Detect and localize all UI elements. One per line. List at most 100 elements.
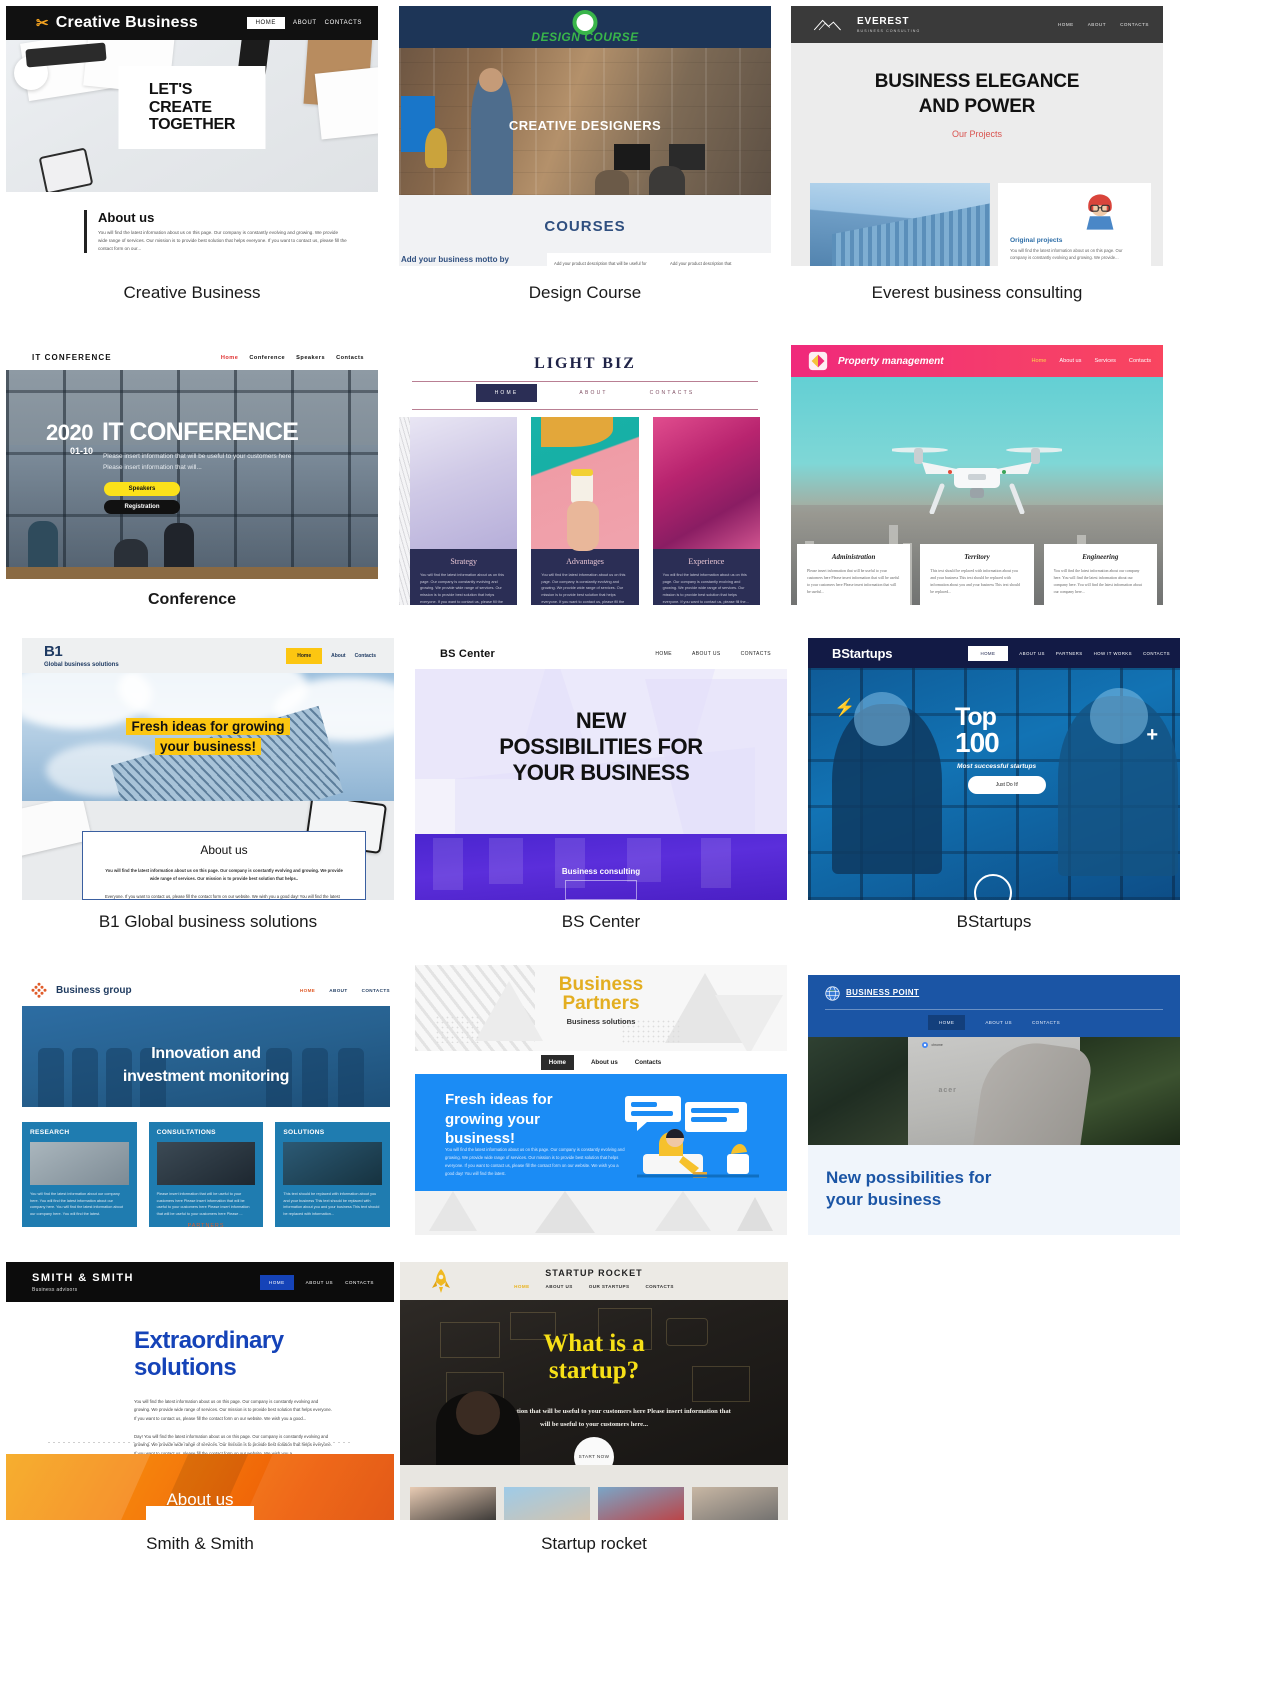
nav-contacts[interactable]: CONTACTS — [645, 1284, 673, 1289]
gallery-item-conference[interactable]: IT CONFERENCE Home Conference Speakers C… — [6, 345, 378, 608]
nav-contacts[interactable]: CONTACTS — [1032, 1020, 1060, 1025]
template-preview-everest[interactable]: EVEREST BUSINESS CONSULTING HOME ABOUT C… — [791, 6, 1163, 266]
template-preview-bs-center[interactable]: BS Center HOME ABOUT US CONTACTS NEW POSS… — [415, 638, 787, 900]
nav-about[interactable]: ABOUT — [1088, 22, 1106, 27]
gallery-item-smith-and-smith[interactable]: SMITH & SMITH Business advisors HOME ABO… — [6, 1262, 394, 1553]
nav-about[interactable]: ABOUT — [293, 20, 317, 26]
nav-speakers[interactable]: Speakers — [296, 355, 325, 361]
feature-column: Experience You will find the latest info… — [652, 417, 760, 605]
gallery-item-light-biz[interactable]: LIGHT BIZ HOME ABOUT CONTACTS Strategy Y… — [399, 345, 771, 605]
hero-title: Fresh ideas for growing your business! — [22, 717, 394, 758]
nav-about-us[interactable]: About us — [1059, 358, 1081, 364]
nav-about[interactable]: About — [331, 653, 345, 659]
site-nav[interactable]: Home About us Services Contacts — [1031, 358, 1151, 364]
template-preview-smith-and-smith[interactable]: SMITH & SMITH Business advisors HOME ABO… — [6, 1262, 394, 1520]
card-title: Administration — [831, 552, 876, 561]
nav-about-us[interactable]: ABOUT US — [1019, 651, 1045, 656]
nav-home[interactable]: Home — [221, 355, 239, 361]
gallery-item-startup-rocket[interactable]: STARTUP ROCKET HOME ABOUT US OUR STARTUP… — [400, 1262, 788, 1553]
hero-floor: Business consulting — [415, 834, 787, 900]
nav-contacts[interactable]: CONTACTS — [1143, 651, 1170, 656]
nav-how-it-works[interactable]: HOW IT WORKS — [1094, 651, 1132, 656]
cta-button[interactable]: Just Do It! — [968, 776, 1046, 794]
site-nav[interactable]: HOME ABOUT CONTACTS — [1058, 22, 1149, 27]
nav-home[interactable]: Home — [1031, 358, 1046, 364]
nav-home[interactable]: HOME — [655, 651, 672, 657]
nav-contacts[interactable]: CONTACTS — [362, 988, 390, 993]
site-nav[interactable]: Home Conference Speakers Contacts — [221, 355, 364, 361]
gallery-item-business-partners[interactable]: Business Partners Business solutions Hom… — [415, 965, 787, 1235]
feature-card: Administration Please insert information… — [797, 543, 911, 605]
site-header: Business Partners Business solutions — [415, 965, 787, 1051]
template-preview-design-course[interactable]: DESIGN COURSE CREATIVE DESIGNERS COURSES… — [399, 6, 771, 266]
nav-contacts[interactable]: Contacts — [336, 355, 364, 361]
template-preview-b1[interactable]: B1 Global business solutions Home About … — [22, 638, 394, 900]
registration-button[interactable]: Registration — [104, 500, 180, 514]
gallery-item-property-management[interactable]: Property management Home About us Servic… — [791, 345, 1163, 605]
projects-link[interactable]: Our Projects — [791, 129, 1163, 139]
nav-home[interactable]: HOME — [1058, 22, 1074, 27]
nav-home[interactable]: HOME — [475, 384, 538, 402]
nav-about-us[interactable]: About us — [591, 1059, 618, 1066]
gallery-item-business-point[interactable]: BUSINESS POINT HOME ABOUT US CONTACTS ch… — [808, 975, 1180, 1235]
nav-home[interactable]: Home — [540, 1055, 574, 1070]
nav-our-startups[interactable]: OUR STARTUPS — [589, 1284, 630, 1289]
site-nav[interactable]: HOME ABOUT CONTACTS — [246, 17, 362, 29]
nav-contacts[interactable]: CONTACTS — [1120, 22, 1149, 27]
nav-contacts[interactable]: CONTACTS — [325, 20, 362, 26]
nav-about[interactable]: ABOUT — [329, 988, 347, 993]
nav-home[interactable]: HOME — [514, 1284, 529, 1289]
site-nav[interactable]: Home About Contacts — [286, 647, 376, 664]
divider — [412, 381, 758, 382]
gallery-item-design-course[interactable]: DESIGN COURSE CREATIVE DESIGNERS COURSES… — [399, 6, 771, 302]
nav-home[interactable]: HOME — [259, 1274, 294, 1290]
site-logo: Property management — [838, 355, 944, 367]
nav-contacts[interactable]: Contacts — [1129, 358, 1151, 364]
nav-contacts[interactable]: CONTACTS — [741, 651, 771, 657]
site-nav[interactable]: HOME ABOUT US OUR STARTUPS CONTACTS — [400, 1284, 788, 1289]
speakers-button[interactable]: Speakers — [104, 482, 180, 496]
gallery-item-business-group[interactable]: Business group HOME ABOUT CONTACTS Innov… — [6, 975, 406, 1235]
gallery-item-creative-business[interactable]: ✂Creative Business HOME ABOUT CONTACTS — [6, 6, 378, 302]
nav-about-us[interactable]: ABOUT US — [985, 1020, 1012, 1025]
site-nav[interactable]: HOME ABOUT US CONTACTS — [808, 1015, 1180, 1030]
hero-image: chrome acer — [808, 1037, 1180, 1145]
template-preview-conference[interactable]: IT CONFERENCE Home Conference Speakers C… — [6, 345, 378, 579]
template-preview-bstartups[interactable]: BStartups HOME ABOUT US PARTNERS HOW IT … — [808, 638, 1180, 900]
gallery-item-everest[interactable]: EVEREST BUSINESS CONSULTING HOME ABOUT C… — [791, 6, 1163, 302]
nav-about[interactable]: ABOUT — [579, 390, 607, 396]
nav-home[interactable]: HOME — [927, 1015, 966, 1030]
template-preview-business-group[interactable]: Business group HOME ABOUT CONTACTS Innov… — [6, 975, 406, 1235]
gallery-item-bstartups[interactable]: BStartups HOME ABOUT US PARTNERS HOW IT … — [808, 638, 1180, 931]
gallery-item-b1[interactable]: B1 Global business solutions Home About … — [22, 638, 394, 931]
template-preview-business-point[interactable]: BUSINESS POINT HOME ABOUT US CONTACTS ch… — [808, 975, 1180, 1235]
browser-tab-label: chrome — [922, 1042, 943, 1048]
nav-home[interactable]: HOME — [300, 988, 315, 993]
nav-contacts[interactable]: Contacts — [635, 1059, 661, 1066]
nav-services[interactable]: Services — [1094, 358, 1115, 364]
nav-conference[interactable]: Conference — [249, 355, 285, 361]
site-nav[interactable]: HOME ABOUT US PARTNERS HOW IT WORKS CONT… — [967, 645, 1170, 661]
nav-home[interactable]: HOME — [967, 645, 1009, 661]
nav-about-us[interactable]: ABOUT US — [692, 651, 721, 657]
nav-contacts[interactable]: CONTACTS — [345, 1280, 374, 1285]
site-nav[interactable]: HOME ABOUT US CONTACTS — [655, 651, 771, 657]
template-preview-business-partners[interactable]: Business Partners Business solutions Hom… — [415, 965, 787, 1235]
gallery-item-bs-center[interactable]: BS Center HOME ABOUT US CONTACTS NEW POSS… — [415, 638, 787, 931]
nav-about-us[interactable]: ABOUT US — [546, 1284, 573, 1289]
nav-about-us[interactable]: ABOUT US — [306, 1280, 333, 1285]
nav-contacts[interactable]: Contacts — [355, 653, 376, 659]
logo-subtitle: BUSINESS CONSULTING — [857, 29, 921, 33]
template-preview-light-biz[interactable]: LIGHT BIZ HOME ABOUT CONTACTS Strategy Y… — [399, 345, 771, 605]
template-preview-property-management[interactable]: Property management Home About us Servic… — [791, 345, 1163, 605]
template-preview-creative-business[interactable]: ✂Creative Business HOME ABOUT CONTACTS — [6, 6, 378, 266]
nav-contacts[interactable]: CONTACTS — [650, 390, 695, 396]
nav-home[interactable]: Home — [286, 647, 323, 664]
site-nav[interactable]: HOME ABOUT CONTACTS — [399, 384, 771, 402]
nav-partners[interactable]: PARTNERS — [1056, 651, 1083, 656]
nav-home[interactable]: HOME — [246, 17, 285, 29]
site-nav[interactable]: Home About us Contacts — [415, 1051, 787, 1074]
template-preview-startup-rocket[interactable]: STARTUP ROCKET HOME ABOUT US OUR STARTUP… — [400, 1262, 788, 1520]
site-nav[interactable]: HOME ABOUT CONTACTS — [300, 988, 390, 993]
site-nav[interactable]: HOME ABOUT US CONTACTS — [259, 1274, 374, 1290]
